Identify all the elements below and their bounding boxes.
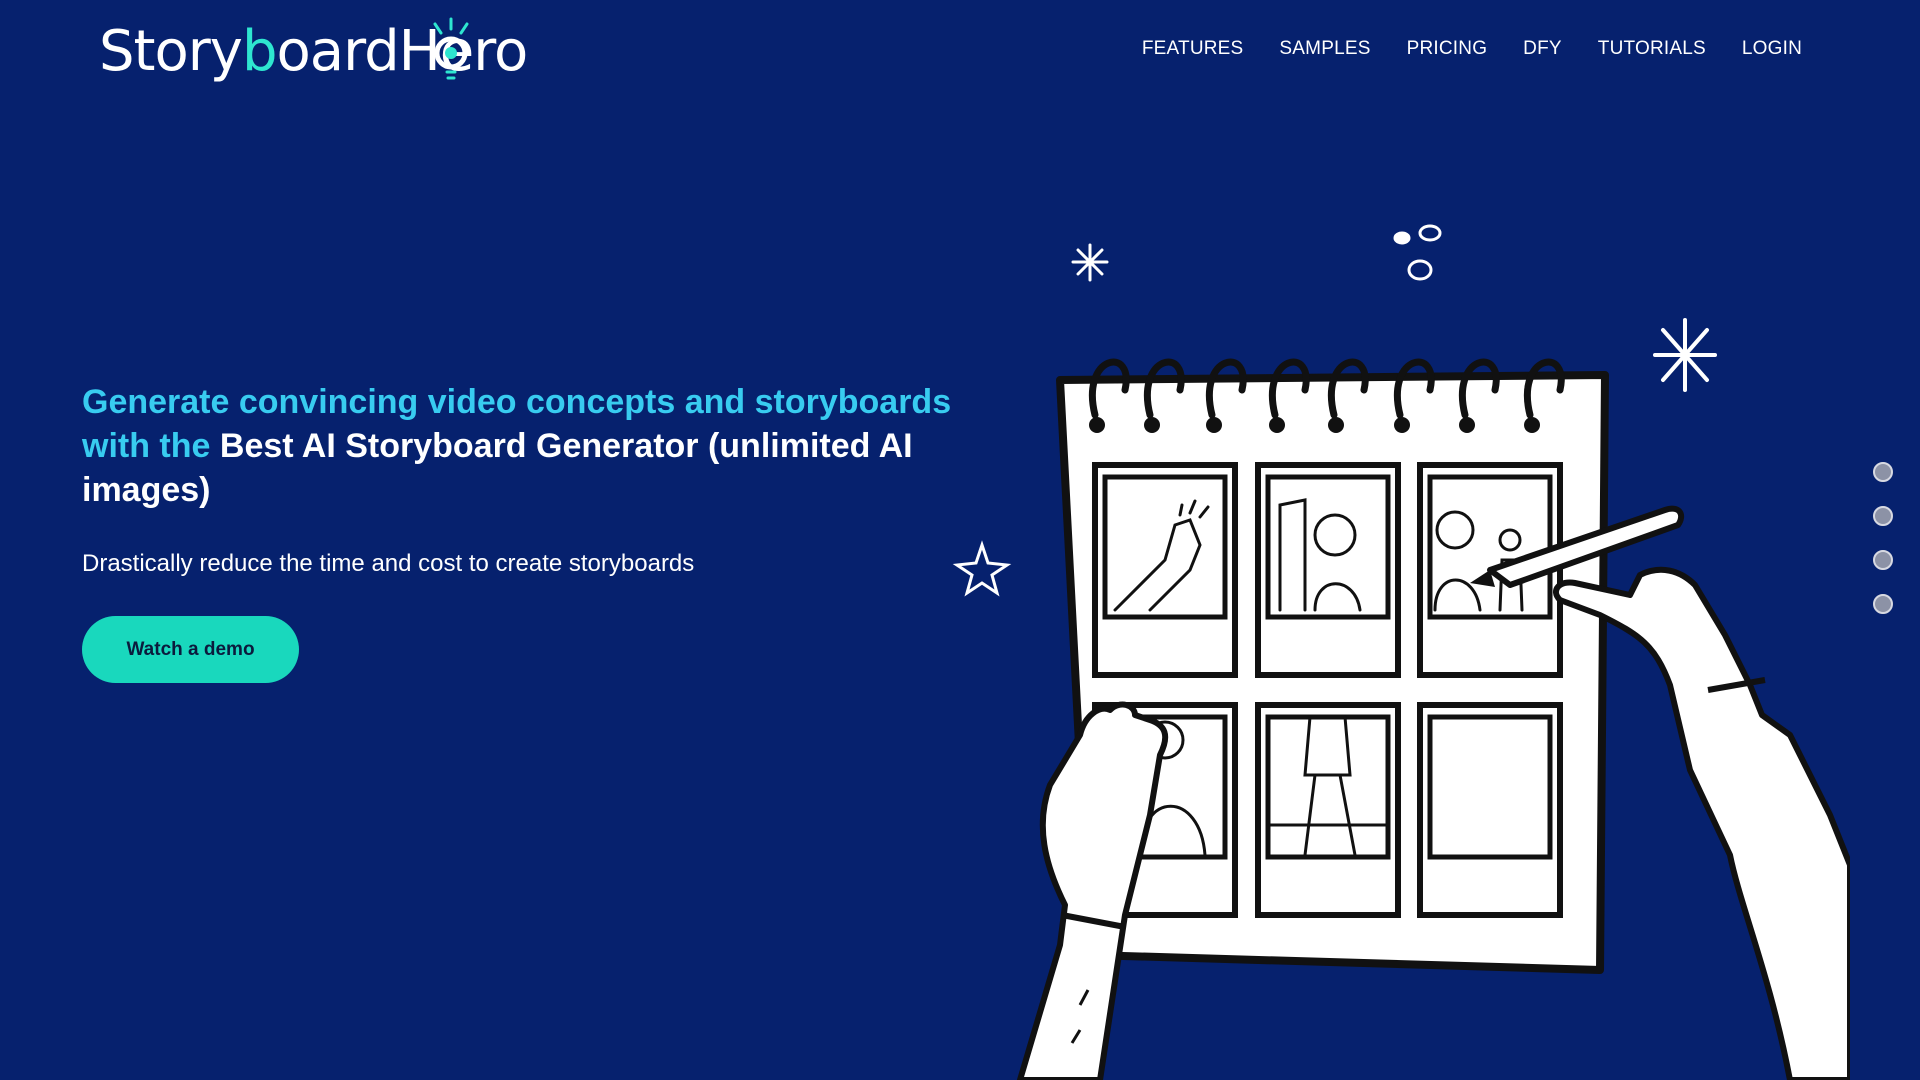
nav-dfy[interactable]: DFY bbox=[1523, 38, 1562, 60]
hero-section: Generate convincing video concepts and s… bbox=[82, 380, 962, 683]
slide-dot-2[interactable] bbox=[1873, 506, 1893, 526]
slide-pagination bbox=[1873, 462, 1893, 614]
nav-samples[interactable]: SAMPLES bbox=[1279, 38, 1370, 60]
main-nav: FEATURES SAMPLES PRICING DFY TUTORIALS L… bbox=[1142, 38, 1802, 60]
slide-dot-1[interactable] bbox=[1873, 462, 1893, 482]
lightbulb-icon bbox=[433, 17, 469, 80]
site-header: StoryboardHero FEATURES SAMPLES PRICING … bbox=[0, 0, 1920, 110]
nav-login[interactable]: LOGIN bbox=[1742, 38, 1802, 60]
watch-demo-button[interactable]: Watch a demo bbox=[82, 616, 299, 683]
brand-logo[interactable]: StoryboardHero bbox=[99, 16, 528, 86]
nav-features[interactable]: FEATURES bbox=[1142, 38, 1244, 60]
star-icon bbox=[952, 540, 1012, 597]
sparkle-icon bbox=[1653, 318, 1717, 392]
nav-pricing[interactable]: PRICING bbox=[1407, 38, 1488, 60]
storyboard-notepad bbox=[1056, 358, 1609, 974]
hero-subheadline: Drastically reduce the time and cost to … bbox=[82, 550, 695, 577]
nav-tutorials[interactable]: TUTORIALS bbox=[1598, 38, 1706, 60]
slide-dot-4[interactable] bbox=[1873, 594, 1893, 614]
slide-dot-3[interactable] bbox=[1873, 550, 1893, 570]
storyboard-sketch-illustration bbox=[952, 224, 1850, 1080]
sparkle-icon bbox=[1071, 243, 1109, 282]
hero-headline: Generate convincing video concepts and s… bbox=[82, 380, 962, 512]
